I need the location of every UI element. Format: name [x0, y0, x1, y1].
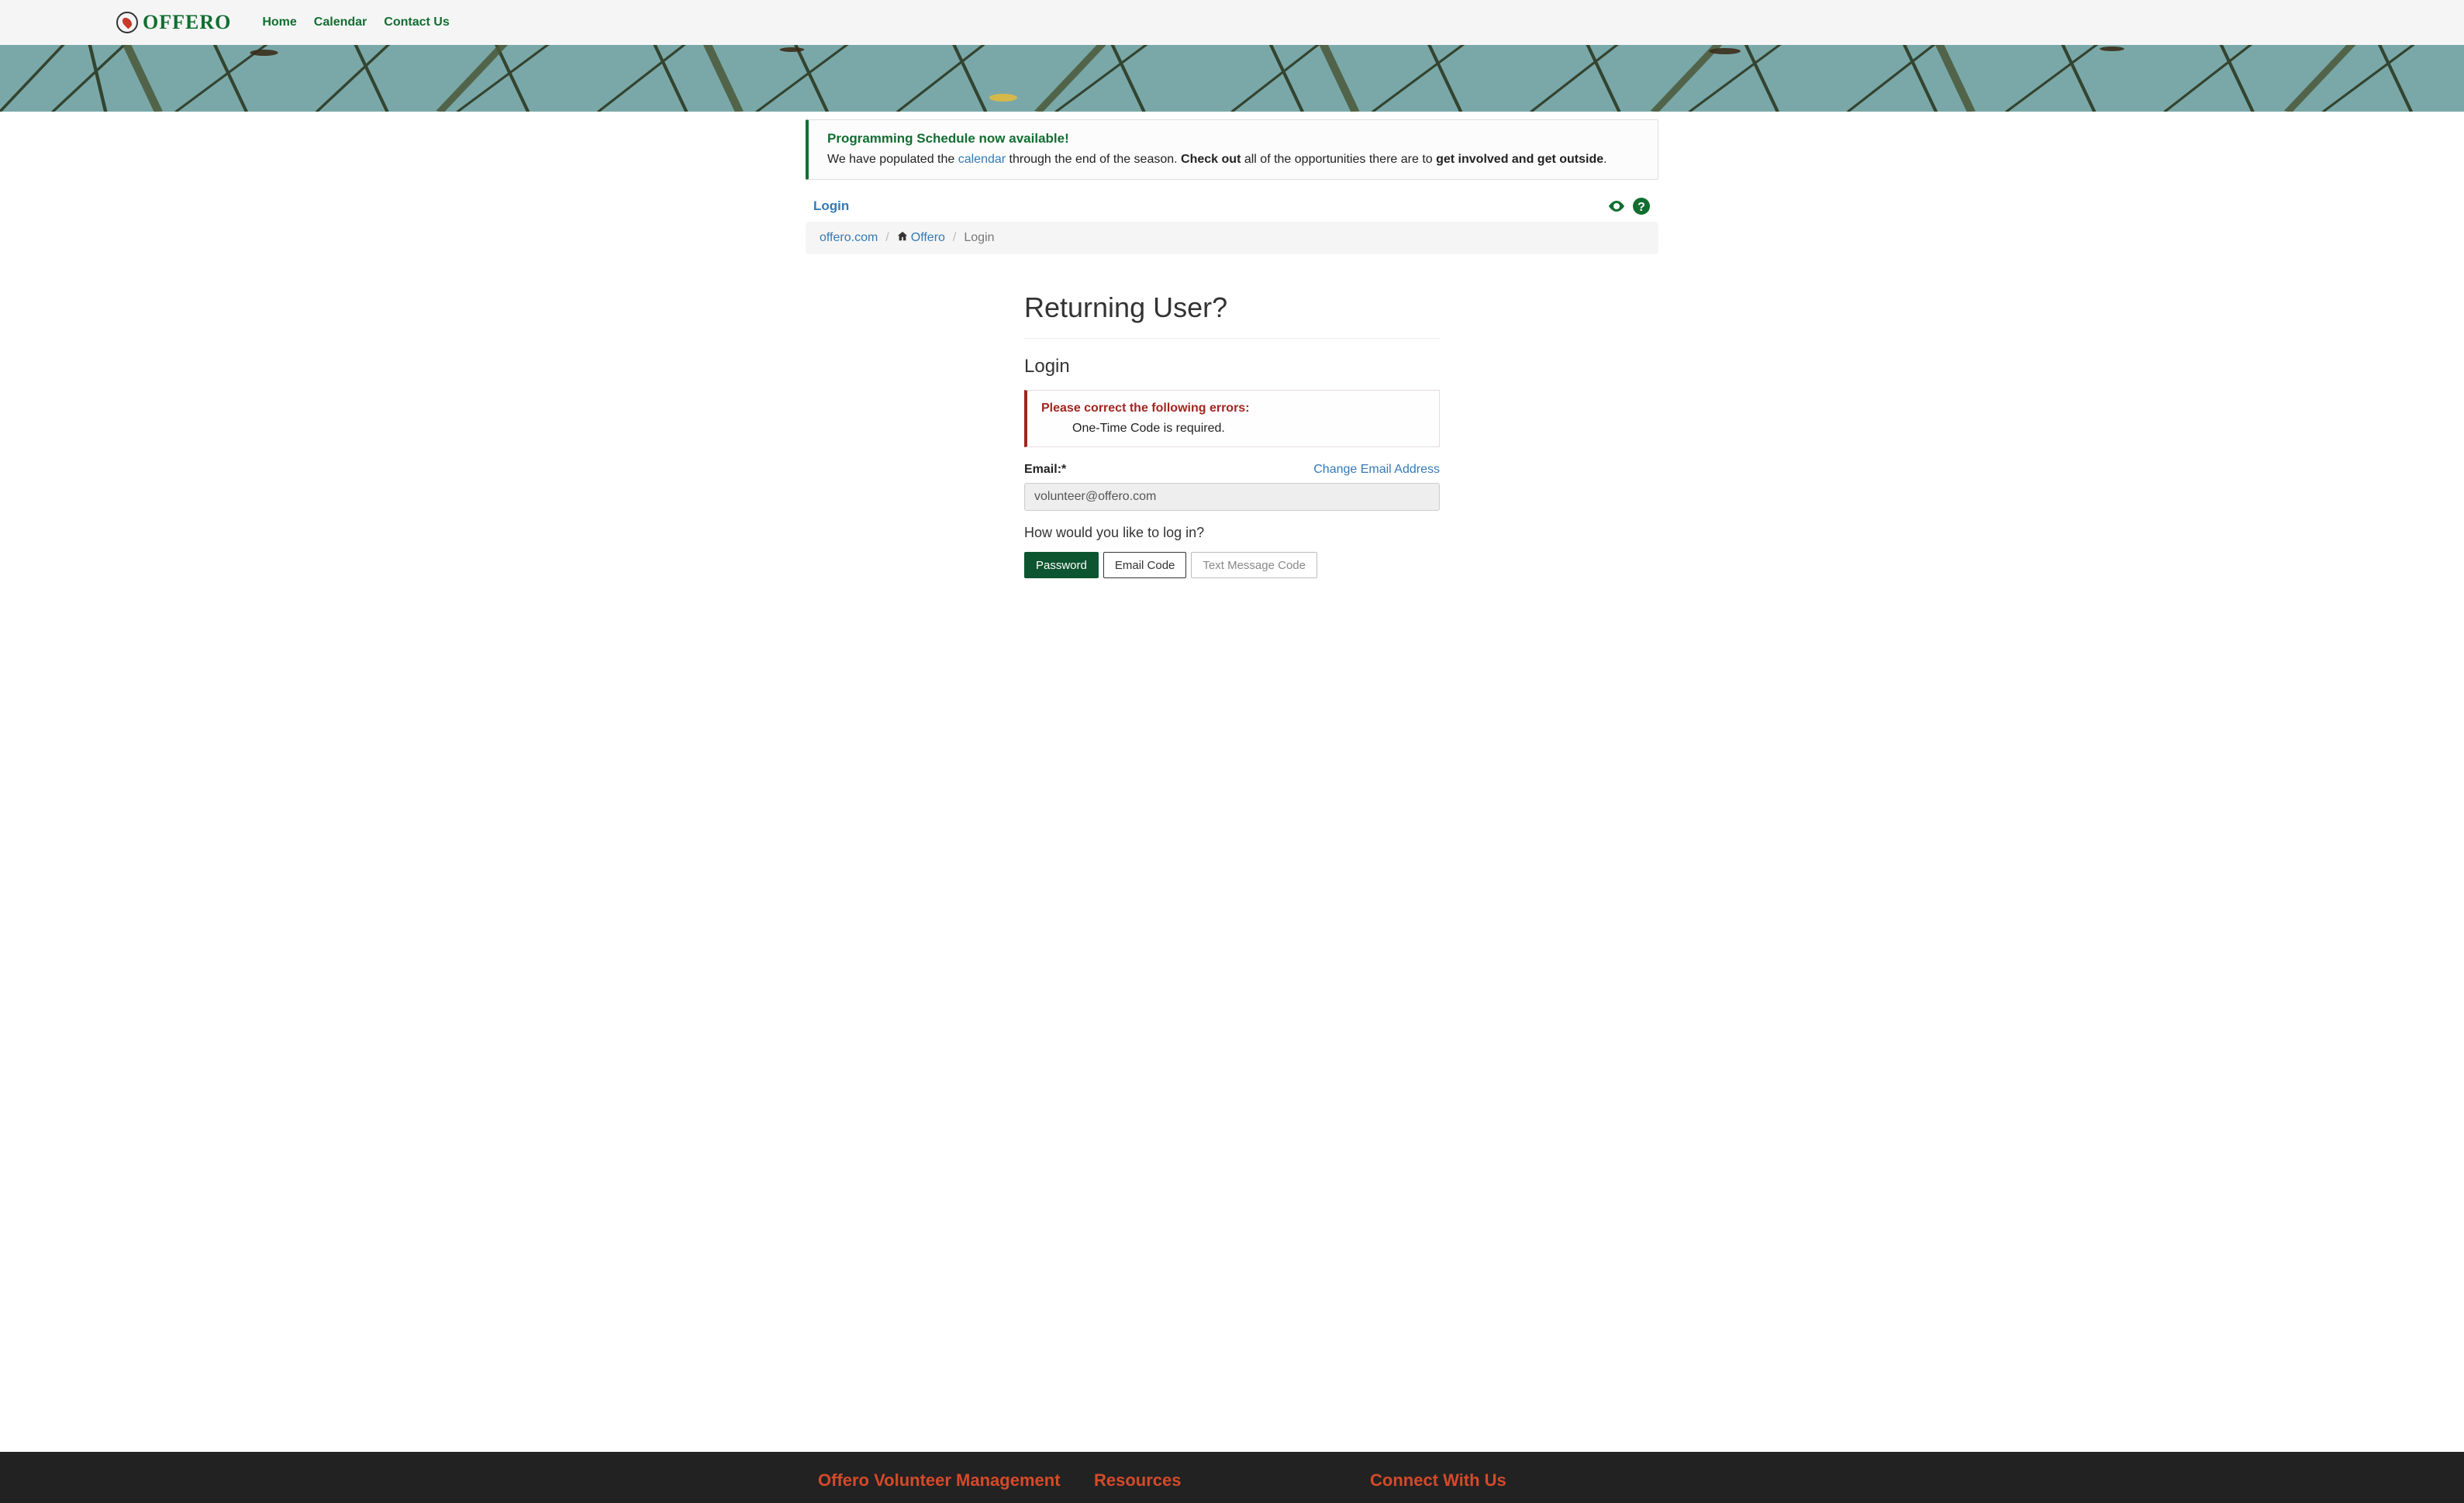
breadcrumb-site[interactable]: offero.com: [820, 231, 878, 245]
top-nav: OFFERO Home Calendar Contact Us: [0, 0, 2464, 45]
footer: Offero Volunteer Management Resources Co…: [0, 1452, 2464, 1503]
text-message-code-button[interactable]: Text Message Code: [1191, 552, 1317, 578]
help-icon[interactable]: ?: [1632, 197, 1651, 215]
nav-home[interactable]: Home: [262, 16, 296, 29]
compass-icon: [116, 12, 138, 33]
breadcrumb-sep-1: /: [885, 231, 889, 245]
footer-heading-1: Offero Volunteer Management: [818, 1470, 1094, 1491]
announcement-title: Programming Schedule now available!: [827, 131, 1639, 147]
breadcrumb-current: Login: [964, 231, 994, 245]
eye-icon[interactable]: [1607, 197, 1626, 215]
footer-col-3: Connect With Us: [1370, 1470, 1646, 1497]
footer-heading-2: Resources: [1094, 1470, 1370, 1491]
error-title: Please correct the following errors:: [1041, 402, 1425, 415]
breadcrumb-home[interactable]: Offero: [911, 231, 945, 244]
email-label: Email:*: [1024, 463, 1066, 477]
brand-logo[interactable]: OFFERO: [116, 11, 231, 34]
login-block: Returning User? Login Please correct the…: [1024, 291, 1440, 578]
announcement-text: We have populated the: [827, 153, 958, 166]
email-code-button[interactable]: Email Code: [1103, 552, 1187, 578]
breadcrumb-sep-2: /: [953, 231, 956, 245]
svg-text:?: ?: [1637, 201, 1645, 214]
announcement-text-2: through the end of the season.: [1006, 153, 1181, 166]
divider: [1024, 338, 1440, 339]
error-item: One-Time Code is required.: [1072, 422, 1425, 436]
announcement-panel: Programming Schedule now available! We h…: [806, 119, 1658, 180]
email-field: [1024, 483, 1440, 511]
email-row-head: Email:* Change Email Address: [1024, 463, 1440, 477]
announcement-body: We have populated the calendar through t…: [827, 153, 1639, 167]
nav-calendar[interactable]: Calendar: [314, 16, 367, 29]
footer-col-1: Offero Volunteer Management: [818, 1470, 1094, 1497]
hero-banner: [0, 45, 2464, 112]
page-head: Login ?: [806, 197, 1658, 215]
password-button[interactable]: Password: [1024, 552, 1099, 578]
announcement-bold-2: get involved and get outside: [1436, 153, 1603, 166]
login-heading: Returning User?: [1024, 291, 1440, 324]
brand-name: OFFERO: [143, 11, 231, 34]
announcement-text-3: all of the opportunities there are to: [1241, 153, 1436, 166]
error-panel: Please correct the following errors: One…: [1024, 390, 1440, 447]
announcement-text-4: .: [1603, 153, 1606, 166]
login-prompt: How would you like to log in?: [1024, 525, 1440, 541]
page-title-link[interactable]: Login: [813, 198, 849, 214]
nav-links: Home Calendar Contact Us: [262, 16, 449, 29]
footer-heading-3: Connect With Us: [1370, 1470, 1646, 1491]
error-list: One-Time Code is required.: [1041, 422, 1425, 436]
change-email-link[interactable]: Change Email Address: [1313, 463, 1440, 477]
login-method-row: Password Email Code Text Message Code: [1024, 552, 1440, 578]
announcement-bold-1: Check out: [1181, 153, 1241, 166]
home-icon: [897, 231, 908, 242]
announcement-calendar-link[interactable]: calendar: [958, 153, 1006, 166]
head-icons: ?: [1607, 197, 1651, 215]
login-subhead: Login: [1024, 356, 1440, 377]
breadcrumb: offero.com / Offero / Login: [806, 222, 1658, 254]
breadcrumb-home-wrap[interactable]: Offero: [897, 231, 945, 245]
footer-col-2: Resources: [1094, 1470, 1370, 1497]
nav-contact[interactable]: Contact Us: [384, 16, 449, 29]
